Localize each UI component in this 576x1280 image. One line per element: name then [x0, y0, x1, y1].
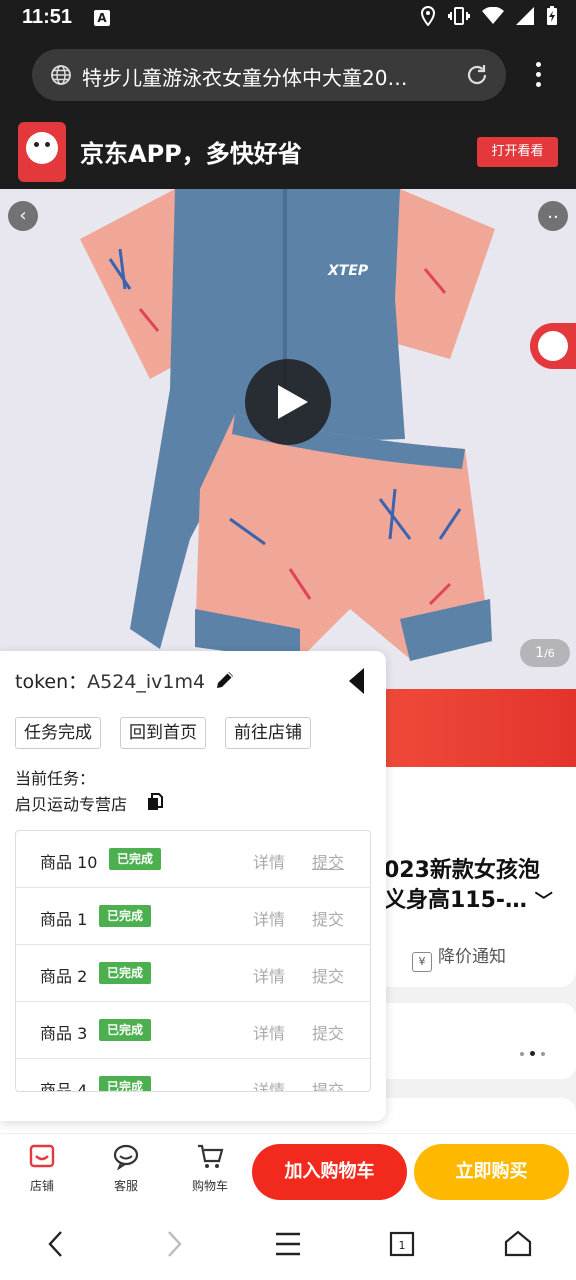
- more-options-icon[interactable]: ··: [538, 201, 568, 231]
- svg-text:XTEP: XTEP: [327, 263, 369, 279]
- location-icon: [420, 5, 436, 30]
- back-arrow-icon[interactable]: [44, 1229, 68, 1263]
- status-bar: 11:51 A: [0, 0, 576, 38]
- app-download-banner: 京东APP，多快好省 打开看看: [0, 114, 576, 189]
- jd-logo: [18, 122, 66, 182]
- add-to-cart-button[interactable]: 加入购物车: [252, 1144, 407, 1200]
- product-title-line1: 023新款女孩泡: [384, 858, 540, 883]
- current-task-label: 当前任务：: [15, 769, 96, 788]
- promo-strip: [380, 689, 576, 767]
- status-badge: 已完成: [99, 1019, 152, 1041]
- image-pager: 1/6: [520, 639, 570, 667]
- price-tag-icon: ¥: [412, 952, 432, 972]
- list-item: 商品 1 已完成 详情 提交: [16, 888, 370, 945]
- url-text[interactable]: 特步儿童游泳衣女童分体中大童20…: [82, 62, 454, 91]
- collapse-panel-icon[interactable]: [349, 668, 364, 694]
- submit-link[interactable]: 提交: [312, 849, 344, 873]
- cart-label: 购物车: [191, 1179, 228, 1193]
- pager-total: /6: [544, 647, 555, 660]
- store-icon: [14, 1142, 70, 1173]
- task-panel: token：A524_iv1m4 任务完成 回到首页 前往店铺 当前任务： 启贝…: [0, 651, 386, 1121]
- wifi-icon: [482, 6, 504, 29]
- chevron-down-icon[interactable]: ﹀: [535, 891, 553, 912]
- store-label: 店铺: [29, 1179, 54, 1193]
- tabs-icon[interactable]: 1: [388, 1229, 416, 1263]
- jd-mascot-icon: [538, 331, 568, 361]
- go-to-store-button[interactable]: 前往店铺: [225, 717, 311, 749]
- copy-icon[interactable]: [146, 793, 164, 815]
- detail-link[interactable]: 详情: [253, 963, 285, 987]
- browser-toolbar: 特步儿童游泳衣女童分体中大童20…: [0, 38, 576, 114]
- price-notice-button[interactable]: ¥ 降价通知: [412, 942, 506, 972]
- product-title[interactable]: 023新款女孩泡 义身高115-… ﹀: [384, 856, 574, 917]
- play-video-button[interactable]: [245, 359, 331, 445]
- submit-link[interactable]: 提交: [312, 1077, 344, 1091]
- tab-count: 1: [399, 1239, 406, 1252]
- forward-arrow-icon[interactable]: [162, 1229, 186, 1263]
- item-name: 商品 4: [40, 1081, 88, 1092]
- task-complete-button[interactable]: 任务完成: [15, 717, 101, 749]
- list-item: 商品 3 已完成 详情 提交: [16, 1002, 370, 1059]
- reload-icon[interactable]: [464, 62, 490, 92]
- product-gallery[interactable]: XTEP ‹ ·· 1/6: [0, 189, 576, 689]
- submit-link[interactable]: 提交: [312, 906, 344, 930]
- product-title-line2: 义身高115-… ﹀: [384, 888, 553, 913]
- banner-title: 京东APP，多快好省: [80, 140, 302, 168]
- edit-pencil-icon[interactable]: [214, 669, 236, 695]
- more-menu-icon[interactable]: [536, 62, 542, 92]
- token-label: token：: [15, 671, 88, 693]
- cart-icon: [182, 1142, 238, 1173]
- item-name: 商品 1: [40, 910, 88, 929]
- signal-icon: [516, 7, 534, 29]
- home-icon[interactable]: [504, 1229, 532, 1263]
- item-name: 商品 10: [40, 853, 98, 872]
- address-bar[interactable]: 特步儿童游泳衣女童分体中大童20…: [32, 49, 506, 101]
- submit-link[interactable]: 提交: [312, 1020, 344, 1044]
- battery-icon: [546, 6, 558, 30]
- item-name: 商品 3: [40, 1024, 88, 1043]
- service-label: 客服: [113, 1179, 138, 1193]
- detail-link[interactable]: 详情: [253, 849, 285, 873]
- vibrate-icon: [448, 6, 470, 30]
- store-tab[interactable]: 店铺: [14, 1142, 70, 1194]
- detail-link[interactable]: 详情: [253, 1077, 285, 1091]
- item-name: 商品 2: [40, 967, 88, 986]
- back-icon[interactable]: ‹: [8, 201, 38, 231]
- task-item-list[interactable]: 商品 10 已完成 详情 提交 商品 1 已完成 详情 提交 商品 2 已完成 …: [15, 830, 371, 1092]
- status-badge: 已完成: [99, 962, 152, 984]
- price-notice-label: 降价通知: [438, 947, 506, 967]
- detail-link[interactable]: 详情: [253, 906, 285, 930]
- globe-icon: [50, 64, 72, 90]
- list-item: 商品 2 已完成 详情 提交: [16, 945, 370, 1002]
- token-row: token：A524_iv1m4: [15, 667, 205, 694]
- pager-current: 1: [535, 645, 545, 661]
- store-name: 启贝运动专营店: [15, 795, 128, 814]
- clock: 11:51: [22, 6, 73, 28]
- action-bar: 店铺 客服 购物车 加入购物车 立即购买: [0, 1133, 576, 1209]
- accessibility-a-icon: A: [94, 10, 110, 26]
- jd-float-button[interactable]: [530, 323, 576, 369]
- detail-link[interactable]: 详情: [253, 1020, 285, 1044]
- back-home-button[interactable]: 回到首页: [120, 717, 206, 749]
- status-badge: 已完成: [109, 848, 162, 870]
- carousel-dots: [520, 1041, 551, 1060]
- chat-service-icon: [98, 1142, 154, 1173]
- status-badge: 已完成: [99, 905, 152, 927]
- buy-now-button[interactable]: 立即购买: [414, 1144, 569, 1200]
- list-item: 商品 10 已完成 详情 提交: [16, 831, 370, 888]
- status-icons: [420, 5, 558, 30]
- open-app-button[interactable]: 打开看看: [477, 137, 558, 167]
- cart-tab[interactable]: 购物车: [182, 1142, 238, 1194]
- menu-icon[interactable]: [274, 1229, 302, 1263]
- status-badge: 已完成: [99, 1076, 152, 1091]
- token-value: A524_iv1m4: [87, 671, 206, 693]
- submit-link[interactable]: 提交: [312, 963, 344, 987]
- browser-nav-bar: 1: [0, 1209, 576, 1280]
- list-item: 商品 4 已完成 详情 提交: [16, 1059, 370, 1092]
- service-tab[interactable]: 客服: [98, 1142, 154, 1194]
